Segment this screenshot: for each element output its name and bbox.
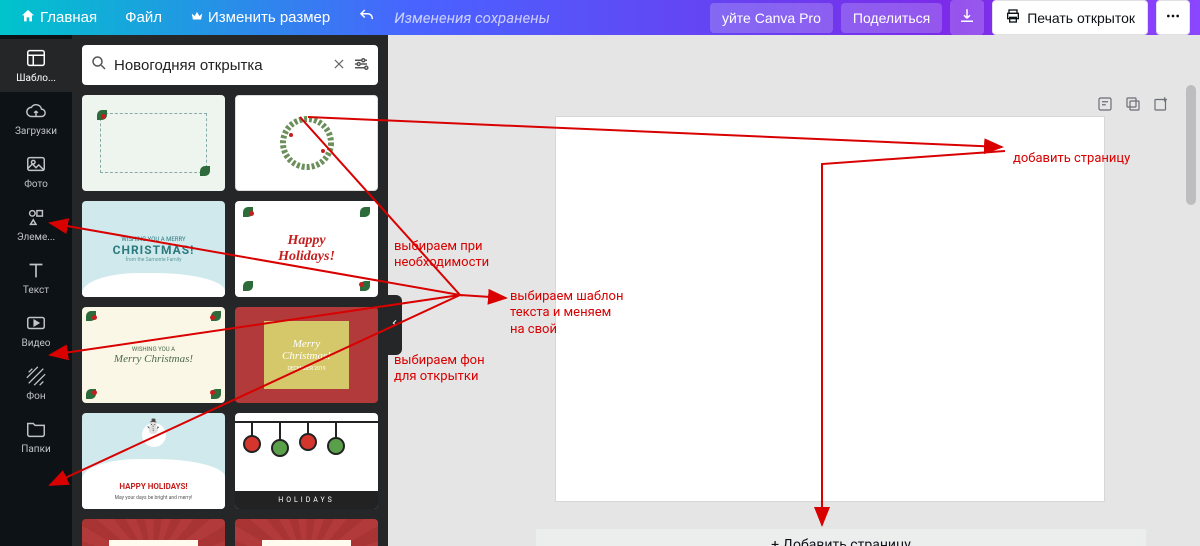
home-button[interactable]: Главная xyxy=(10,2,107,34)
sliders-icon xyxy=(352,55,370,76)
print-label: Печать открыток xyxy=(1027,10,1135,26)
card-line2: CHRISTMAS! xyxy=(113,243,195,257)
try-pro-label: уйте Canva Pro xyxy=(722,10,821,26)
print-button[interactable]: Печать открыток xyxy=(992,0,1148,35)
scrollbar-thumb[interactable] xyxy=(1186,85,1196,205)
download-button[interactable] xyxy=(950,0,984,35)
template-card[interactable]: HOLIDAYS xyxy=(235,413,378,509)
left-rail: Шабло... Загрузки Фото Элеме... Текст Ви… xyxy=(0,35,72,546)
rail-text[interactable]: Текст xyxy=(0,251,72,304)
add-page-icon-button[interactable] xyxy=(1152,95,1170,116)
search-bar xyxy=(82,45,378,85)
template-card[interactable]: WISHING YOU A Merry Christmas! xyxy=(82,307,225,403)
photos-icon xyxy=(25,153,47,175)
rail-photos[interactable]: Фото xyxy=(0,145,72,198)
home-label: Главная xyxy=(40,9,97,26)
search-input[interactable] xyxy=(114,57,326,74)
video-icon xyxy=(25,312,47,334)
folders-icon xyxy=(25,418,47,440)
copy-icon xyxy=(1124,101,1142,116)
rail-text-label: Текст xyxy=(23,285,49,296)
card-line1: WISHING YOU A MERRY xyxy=(121,236,185,243)
templates-icon xyxy=(25,47,47,69)
elements-icon xyxy=(25,206,47,228)
main-area: Шабло... Загрузки Фото Элеме... Текст Ви… xyxy=(0,35,1200,546)
try-pro-button[interactable]: уйте Canva Pro xyxy=(710,3,833,33)
share-label: Поделиться xyxy=(853,10,930,26)
card-line1: Merry xyxy=(293,338,321,350)
crown-icon xyxy=(190,9,204,27)
card-line2: Christmas! xyxy=(282,350,331,362)
add-page-button[interactable]: + Добавить страницу xyxy=(536,529,1146,546)
rail-photos-label: Фото xyxy=(24,179,48,190)
undo-icon xyxy=(358,7,376,29)
home-icon xyxy=(20,8,36,28)
top-bar: Главная Файл Изменить размер Изменения с… xyxy=(0,0,1200,35)
card-line1: WISHING YOU A xyxy=(132,346,175,353)
text-icon xyxy=(25,259,47,281)
rail-elements[interactable]: Элеме... xyxy=(0,198,72,251)
template-card[interactable]: ⛄ HAPPY HOLIDAYS! May your days be brigh… xyxy=(82,413,225,509)
uploads-icon xyxy=(25,100,47,122)
add-page-label: + Добавить страницу xyxy=(771,537,911,546)
templates-panel: WISHING YOU A MERRY CHRISTMAS! from the … xyxy=(72,35,388,546)
page-notes-button[interactable] xyxy=(1096,95,1114,116)
template-card[interactable] xyxy=(82,95,225,191)
filter-button[interactable] xyxy=(352,55,370,76)
notes-icon xyxy=(1096,101,1114,116)
background-icon xyxy=(25,365,47,387)
print-icon xyxy=(1005,8,1021,27)
template-card[interactable]: DECEMBER 2020 xyxy=(82,519,225,546)
card-line1: Happy xyxy=(287,233,325,249)
card-line2: HOLIDAYS xyxy=(235,491,378,509)
rail-templates[interactable]: Шабло... xyxy=(0,39,72,92)
rail-folders-label: Папки xyxy=(21,444,51,455)
rail-video[interactable]: Видео xyxy=(0,304,72,357)
card-line2: May your days be bright and merry! xyxy=(115,495,193,501)
rail-folders[interactable]: Папки xyxy=(0,410,72,463)
rail-uploads-label: Загрузки xyxy=(15,126,57,137)
search-icon xyxy=(90,54,108,76)
canvas-area: + Добавить страницу 98 % Помощь ? xyxy=(388,35,1200,546)
rail-background[interactable]: Фон xyxy=(0,357,72,410)
design-page[interactable] xyxy=(556,117,1104,501)
card-line2: Holidays! xyxy=(278,249,335,265)
template-card[interactable]: WISHING YOU A MERRY CHRISTMAS! from the … xyxy=(82,201,225,297)
resize-button[interactable]: Изменить размер xyxy=(180,3,340,33)
add-page-icon xyxy=(1152,101,1170,116)
rail-video-label: Видео xyxy=(21,338,50,349)
download-icon xyxy=(958,7,976,28)
vertical-scrollbar[interactable] xyxy=(1184,83,1198,546)
template-card[interactable]: DECEMBER 2020 MERRY CHRISTMAS FROM THE R… xyxy=(235,519,378,546)
templates-grid: WISHING YOU A MERRY CHRISTMAS! from the … xyxy=(82,95,378,546)
saved-status: Изменения сохранены xyxy=(394,9,550,27)
page-toolbar xyxy=(1096,95,1170,116)
panel-collapse-handle[interactable] xyxy=(388,295,402,355)
chevron-left-icon xyxy=(391,316,399,334)
close-icon xyxy=(332,57,346,74)
card-line1: HAPPY HOLIDAYS! xyxy=(119,482,187,491)
rail-elements-label: Элеме... xyxy=(17,232,55,243)
template-card[interactable]: Merry Christmas! DECEMBER 2019 xyxy=(235,307,378,403)
resize-label: Изменить размер xyxy=(208,9,330,26)
dots-icon xyxy=(1165,12,1181,27)
file-label: Файл xyxy=(125,9,162,26)
clear-search-button[interactable] xyxy=(332,57,346,74)
duplicate-page-button[interactable] xyxy=(1124,95,1142,116)
rail-uploads[interactable]: Загрузки xyxy=(0,92,72,145)
rail-background-label: Фон xyxy=(26,391,45,402)
undo-button[interactable] xyxy=(348,1,386,35)
more-button[interactable] xyxy=(1156,0,1190,35)
template-card[interactable]: Happy Holidays! xyxy=(235,201,378,297)
file-button[interactable]: Файл xyxy=(115,3,172,32)
rail-templates-label: Шабло... xyxy=(16,73,56,84)
share-button[interactable]: Поделиться xyxy=(841,3,942,33)
card-line2: Merry Christmas! xyxy=(114,353,193,365)
template-card[interactable] xyxy=(235,95,378,191)
